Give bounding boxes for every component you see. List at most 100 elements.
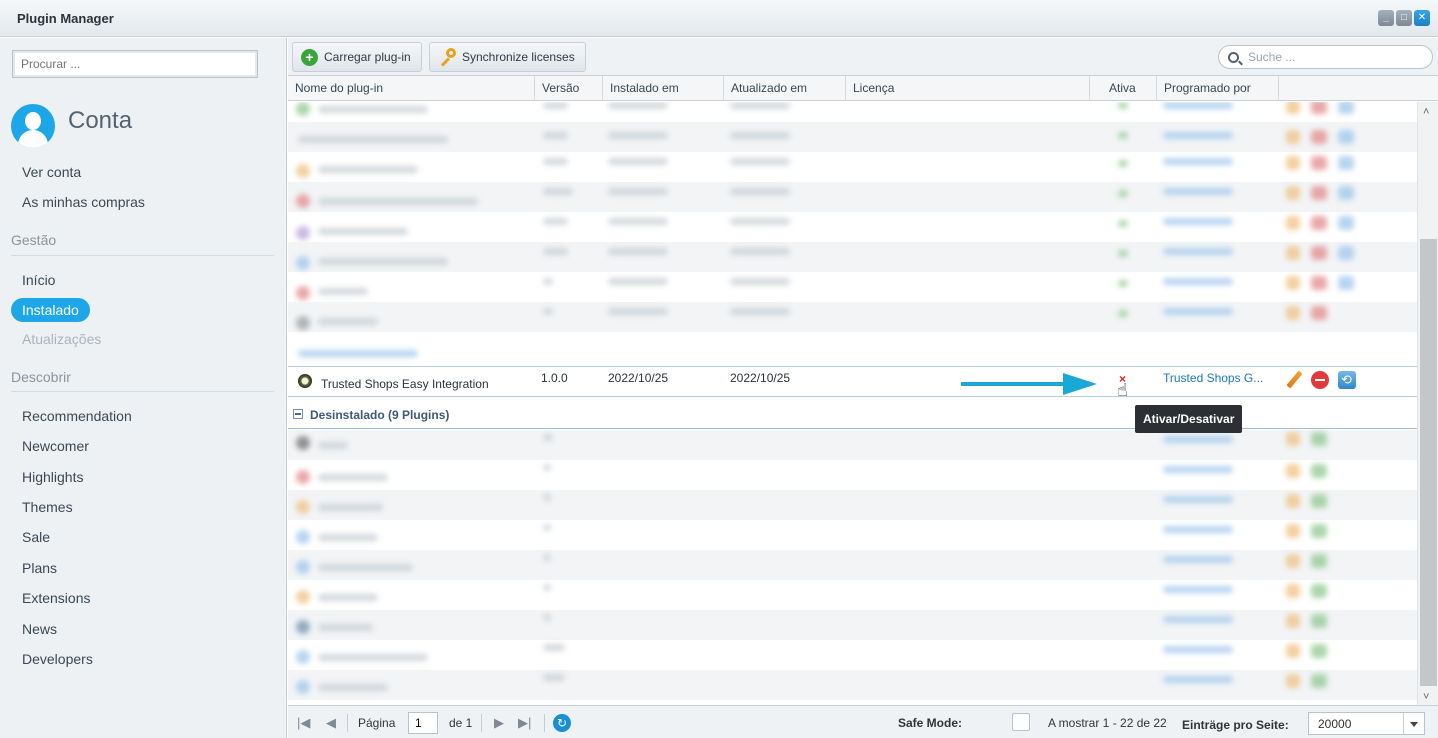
close-icon[interactable]: ✕ <box>1414 10 1430 26</box>
uninstalled-group-header[interactable]: Desinstalado (9 Plugins) <box>288 399 1417 429</box>
col-header-actions <box>1279 76 1438 101</box>
table-row[interactable] <box>288 550 1417 580</box>
table-row[interactable] <box>288 670 1417 700</box>
per-page-select[interactable]: 20000 <box>1308 712 1425 735</box>
page-label: Página <box>358 716 396 730</box>
sidebar-item-home[interactable]: Início <box>22 272 55 288</box>
window-title: Plugin Manager <box>17 11 114 26</box>
account-header: Conta <box>11 104 132 148</box>
edit-pencil-icon[interactable] <box>1285 370 1303 389</box>
sidebar-search-input[interactable] <box>12 50 258 78</box>
page-number-input[interactable] <box>408 712 438 734</box>
first-page-icon[interactable]: |◀ <box>297 715 310 731</box>
uninstall-icon[interactable] <box>1311 371 1329 389</box>
main-panel: + Carregar plug-in Synchronize licenses … <box>288 38 1438 738</box>
table-row[interactable] <box>288 102 1417 122</box>
col-header-license[interactable]: Licença <box>846 76 1090 101</box>
avatar <box>11 104 55 148</box>
table-row[interactable] <box>288 212 1417 242</box>
plugin-updated-date: 2022/10/25 <box>730 371 791 385</box>
col-header-installed[interactable]: Instalado em <box>603 76 724 101</box>
hand-cursor-icon: ☝ <box>1117 380 1128 400</box>
divider <box>481 714 482 732</box>
table-row[interactable] <box>288 490 1417 520</box>
plugin-search[interactable]: Suche ... <box>1218 45 1433 69</box>
uninstalled-group-label: Desinstalado (9 Plugins) <box>310 408 450 422</box>
maximize-icon[interactable]: □ <box>1396 10 1412 26</box>
sidebar-item-updates[interactable]: Atualizações <box>22 331 101 347</box>
sidebar-item-sale[interactable]: Sale <box>22 529 50 545</box>
table-row[interactable] <box>288 302 1417 332</box>
sidebar-section-management: Gestão <box>11 232 57 248</box>
plugin-icon <box>298 374 312 388</box>
table-row[interactable] <box>288 430 1417 460</box>
grid-header: Nome do plug-in Versão Instalado em Atua… <box>288 76 1438 101</box>
table-row[interactable] <box>288 640 1417 670</box>
plugin-author-link[interactable]: Trusted Shops G... <box>1163 371 1263 385</box>
sync-licenses-button[interactable]: Synchronize licenses <box>429 42 586 72</box>
key-icon <box>438 48 456 67</box>
sidebar-item-view-account[interactable]: Ver conta <box>22 164 81 180</box>
group-row-blurred <box>288 334 1417 364</box>
prev-page-icon[interactable]: ◀ <box>326 715 336 731</box>
col-header-version[interactable]: Versão <box>535 76 603 101</box>
scroll-down-icon[interactable]: ˅ <box>1423 691 1429 703</box>
sidebar-section-discover: Descobrir <box>11 369 71 385</box>
scroll-up-icon[interactable]: ˄ <box>1423 106 1429 118</box>
per-page-label: Einträge pro Seite: <box>1182 718 1289 732</box>
scroll-thumb[interactable] <box>1420 239 1437 686</box>
table-row-trusted-shops[interactable]: Trusted Shops Easy Integration 1.0.0 202… <box>288 366 1417 397</box>
plugin-grid: Trusted Shops Easy Integration 1.0.0 202… <box>288 102 1417 705</box>
col-header-updated[interactable]: Atualizado em <box>724 76 846 101</box>
pagination-bar: |◀ ◀ Página de 1 ▶ ▶| ↻ Safe Mode: A mos… <box>288 705 1438 738</box>
col-header-name[interactable]: Nome do plug-in <box>288 76 535 101</box>
upload-plugin-button[interactable]: + Carregar plug-in <box>292 42 422 72</box>
grid-scrollbar[interactable]: ˄ ˅ <box>1417 102 1438 705</box>
toggle-tooltip: Ativar/Desativar <box>1135 405 1243 433</box>
toolbar: + Carregar plug-in Synchronize licenses … <box>288 38 1438 76</box>
sidebar-item-installed[interactable]: Instalado <box>11 298 90 322</box>
sidebar-divider <box>11 391 274 392</box>
sidebar-item-extensions[interactable]: Extensions <box>22 590 90 606</box>
sidebar-item-highlights[interactable]: Highlights <box>22 469 83 485</box>
page-total-label: de 1 <box>449 716 473 730</box>
table-row[interactable] <box>288 242 1417 272</box>
sidebar-item-recommendation[interactable]: Recommendation <box>22 408 132 424</box>
safe-mode-checkbox[interactable] <box>1012 713 1030 731</box>
sidebar-item-developers[interactable]: Developers <box>22 651 93 667</box>
plugin-version: 1.0.0 <box>541 371 568 385</box>
plugin-search-placeholder: Suche ... <box>1248 50 1296 64</box>
sidebar-item-themes[interactable]: Themes <box>22 499 73 515</box>
per-page-value: 20000 <box>1318 717 1352 731</box>
chevron-down-icon[interactable] <box>1403 713 1424 734</box>
annotation-arrow-head <box>1063 373 1097 395</box>
table-row[interactable] <box>288 152 1417 182</box>
next-page-icon[interactable]: ▶ <box>494 715 504 731</box>
window-controls: _ □ ✕ <box>1378 10 1430 26</box>
table-row[interactable] <box>288 520 1417 550</box>
table-row[interactable] <box>288 610 1417 640</box>
minimize-icon[interactable]: _ <box>1378 10 1394 26</box>
table-row[interactable] <box>288 182 1417 212</box>
refresh-icon[interactable]: ↻ <box>553 714 571 732</box>
table-row[interactable] <box>288 122 1417 152</box>
update-icon[interactable] <box>1338 371 1356 389</box>
col-header-author[interactable]: Programado por <box>1157 76 1279 101</box>
table-row[interactable] <box>288 460 1417 490</box>
sidebar-item-newcomer[interactable]: Newcomer <box>22 438 89 454</box>
plugin-name: Trusted Shops Easy Integration <box>321 377 489 391</box>
col-header-active[interactable]: Ativa <box>1090 76 1157 101</box>
sidebar-item-plans[interactable]: Plans <box>22 560 57 576</box>
divider <box>544 714 545 732</box>
sidebar-item-news[interactable]: News <box>22 621 57 637</box>
collapse-icon[interactable] <box>293 409 303 419</box>
sidebar-item-my-purchases[interactable]: As minhas compras <box>22 194 145 210</box>
plugin-installed-date: 2022/10/25 <box>608 371 669 385</box>
upload-plugin-label: Carregar plug-in <box>324 50 411 64</box>
sync-licenses-label: Synchronize licenses <box>462 50 575 64</box>
sidebar-divider <box>11 255 274 256</box>
table-row[interactable] <box>288 580 1417 610</box>
last-page-icon[interactable]: ▶| <box>518 715 531 731</box>
divider <box>347 714 348 732</box>
table-row[interactable] <box>288 272 1417 302</box>
